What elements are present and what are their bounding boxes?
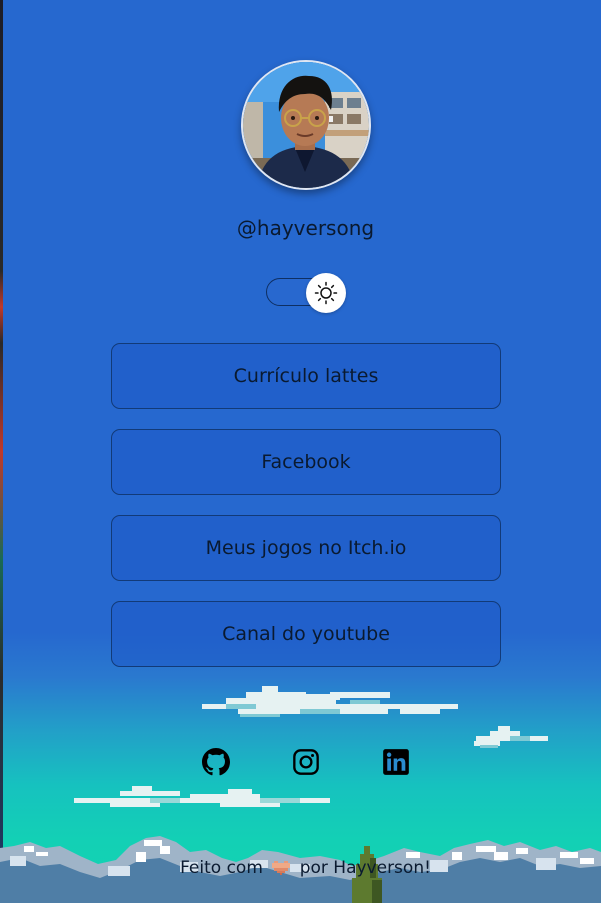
github-icon: [202, 748, 230, 776]
link-button-facebook[interactable]: Facebook: [111, 429, 501, 495]
heart-icon: [272, 861, 291, 875]
footer-prefix: Feito com: [180, 858, 263, 878]
link-button-itch-io[interactable]: Meus jogos no Itch.io: [111, 515, 501, 581]
avatar: [241, 60, 371, 190]
github-link[interactable]: [202, 748, 230, 776]
linkedin-link[interactable]: [382, 748, 410, 776]
footer: Feito com por Hayverson!: [0, 858, 601, 878]
instagram-icon: [293, 749, 319, 775]
footer-suffix: por Hayverson!: [299, 858, 431, 878]
profile-handle: @hayversong: [236, 216, 375, 240]
theme-toggle-knob[interactable]: [306, 273, 346, 313]
link-button-youtube[interactable]: Canal do youtube: [111, 601, 501, 667]
linkedin-icon: [383, 749, 409, 775]
instagram-link[interactable]: [292, 748, 320, 776]
sun-icon: [314, 281, 338, 305]
link-button-curriculo-lattes[interactable]: Currículo lattes: [111, 343, 501, 409]
profile-photo: [243, 62, 369, 188]
main-content: @hayversong Currículo lattes Facebook Me…: [0, 0, 601, 903]
